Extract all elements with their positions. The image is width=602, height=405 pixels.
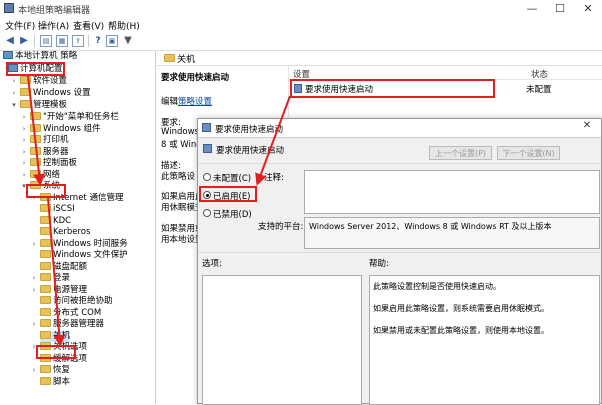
arrow-to-shutdown bbox=[47, 197, 66, 347]
arrow-to-system bbox=[27, 75, 46, 186]
annotation-arrows bbox=[27, 75, 291, 347]
arrow-to-enabled bbox=[255, 95, 291, 186]
